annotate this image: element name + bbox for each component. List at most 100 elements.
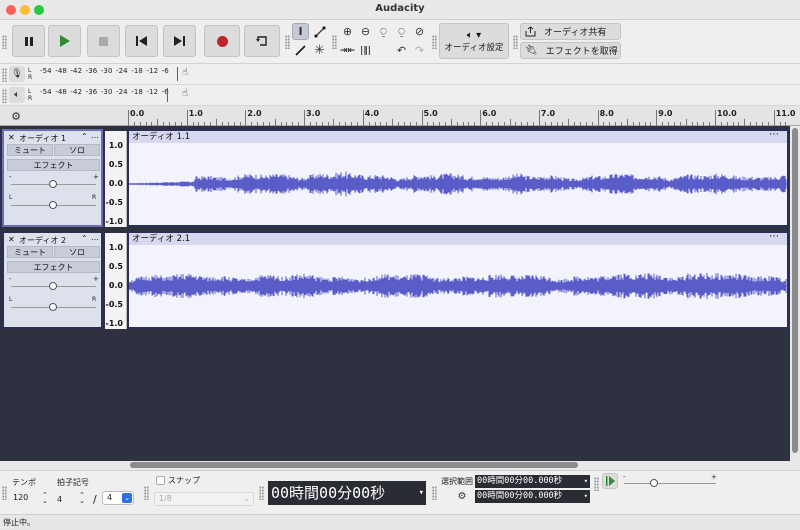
- time-signature-upper[interactable]: 4: [57, 495, 62, 504]
- draw-tool-button[interactable]: [292, 42, 309, 59]
- time-grip[interactable]: [259, 486, 264, 500]
- meter-scale-label: -12: [146, 67, 159, 75]
- skip-to-end-button[interactable]: [163, 25, 196, 57]
- stop-button[interactable]: [87, 25, 120, 57]
- time-signature-lower-select[interactable]: 4 ⌄: [102, 491, 134, 505]
- track-menu-icon[interactable]: …: [91, 131, 99, 140]
- gain-slider-knob[interactable]: [49, 282, 57, 290]
- chevron-down-icon: ⌄: [122, 493, 132, 503]
- play-button[interactable]: [48, 25, 81, 57]
- playback-meter-grip[interactable]: [2, 89, 7, 103]
- track-control-panel[interactable]: ✕ オーディオ 1 ⌃ … ミュート ソロ エフェクト - + L R: [2, 129, 103, 227]
- meter-scale-label: -18: [131, 67, 143, 75]
- share-icon: [525, 26, 536, 37]
- tempo-field[interactable]: 120: [9, 492, 43, 506]
- track-name[interactable]: オーディオ 1: [19, 133, 66, 144]
- clip-menu-icon[interactable]: ⋯: [769, 231, 779, 242]
- record-meter-grip[interactable]: [2, 68, 7, 82]
- timeline-ruler[interactable]: ⚙︎ 0.0 1.0 2.0 3.0 4.0 5.0 6.0 7.0 8.0 9.0 10.0 11.…: [0, 106, 800, 126]
- effects-button[interactable]: エフェクト: [7, 261, 100, 273]
- tools-grip[interactable]: [285, 35, 290, 49]
- envelope-tool-button[interactable]: [311, 23, 328, 40]
- mute-button[interactable]: ミュート: [7, 144, 53, 156]
- close-track-icon[interactable]: ✕: [8, 235, 15, 244]
- fit-project-button[interactable]: ⍜: [393, 23, 410, 40]
- collapse-icon[interactable]: ⌃: [81, 234, 88, 243]
- tempo-stepper[interactable]: ⌃ ⌄: [42, 492, 48, 505]
- zoom-out-button[interactable]: ⊖: [357, 23, 374, 40]
- close-track-icon[interactable]: ✕: [8, 133, 15, 142]
- audio-settings-button[interactable]: 🔈︎ ▾ オーディオ設定: [439, 23, 509, 59]
- meter-scale-label: -12: [146, 88, 159, 96]
- vertical-scale[interactable]: 1.0 0.5 0.0 -0.5 -1.0: [105, 233, 127, 329]
- share-audio-button[interactable]: オーディオ共有: [520, 23, 621, 40]
- waveform[interactable]: [129, 245, 787, 327]
- speed-slider[interactable]: [624, 483, 716, 484]
- audio-clip[interactable]: オーディオ 2.1 ⋯: [127, 231, 789, 329]
- get-effects-button[interactable]: 🔌︎ エフェクトを取得: [520, 42, 621, 59]
- vertical-scrollbar[interactable]: [790, 126, 800, 461]
- snap-checkbox[interactable]: [156, 476, 165, 485]
- silence-button[interactable]: |‖|: [357, 42, 374, 59]
- gain-slider-knob[interactable]: [49, 180, 57, 188]
- toolbar-grip[interactable]: [2, 35, 7, 49]
- play-at-speed-button[interactable]: [602, 473, 618, 489]
- loop-button[interactable]: [244, 25, 280, 57]
- time-display-value: 00時間00分00秒: [271, 484, 386, 502]
- share-grip[interactable]: [513, 35, 518, 49]
- edit-grip[interactable]: [332, 35, 337, 49]
- chevron-down-icon: ▾: [418, 488, 424, 498]
- trim-button[interactable]: ⇥⇤: [339, 42, 356, 59]
- solo-button[interactable]: ソロ: [54, 144, 100, 156]
- vertical-scrollbar-thumb[interactable]: [792, 128, 798, 453]
- vertical-scale[interactable]: 1.0 0.5 0.0 -0.5 -1.0: [105, 131, 127, 227]
- time-signature-grip[interactable]: [2, 486, 7, 500]
- redo-button[interactable]: ↷: [411, 42, 428, 59]
- selection-end-value: 00時間00分00.000秒: [477, 491, 563, 501]
- scale-label: -0.5: [105, 300, 124, 309]
- clip-header[interactable]: オーディオ 1.1: [129, 131, 787, 143]
- effects-button[interactable]: エフェクト: [7, 159, 100, 171]
- time-display[interactable]: 00時間00分00秒 ▾: [268, 481, 426, 505]
- skip-to-start-button[interactable]: [125, 25, 158, 57]
- snap-select[interactable]: 1/8 ⌄: [154, 492, 254, 506]
- snap-grip[interactable]: [144, 486, 149, 500]
- ruler-tick: [480, 110, 482, 126]
- collapse-icon[interactable]: ⌃: [81, 132, 88, 141]
- selection-start-field[interactable]: 00時間00分00.000秒 ▾: [475, 475, 590, 488]
- fit-selection-button[interactable]: ⍜: [375, 23, 392, 40]
- undo-button[interactable]: ↶: [393, 42, 410, 59]
- pause-button[interactable]: [12, 25, 45, 57]
- pan-slider-knob[interactable]: [49, 303, 57, 311]
- scale-label: -0.5: [105, 198, 124, 207]
- pan-slider-knob[interactable]: [49, 201, 57, 209]
- fit-project-icon: ⍜: [398, 24, 405, 38]
- waveform[interactable]: [129, 143, 787, 225]
- track-control-panel[interactable]: ✕ オーディオ 2 ⌃ … ミュート ソロ エフェクト - + L R: [2, 231, 103, 329]
- horizontal-scrollbar[interactable]: [0, 461, 800, 470]
- zoom-toggle-button[interactable]: ⊘: [411, 23, 428, 40]
- selection-grip[interactable]: [432, 486, 437, 500]
- selection-end-field[interactable]: 00時間00分00.000秒 ▾: [475, 490, 590, 503]
- speed-slider-knob[interactable]: [650, 479, 658, 487]
- horizontal-scrollbar-thumb[interactable]: [130, 462, 578, 468]
- selection-tool-button[interactable]: I: [292, 23, 309, 40]
- mute-button[interactable]: ミュート: [7, 246, 53, 258]
- solo-button[interactable]: ソロ: [54, 246, 100, 258]
- audio-setup-grip[interactable]: [432, 35, 437, 49]
- track-menu-icon[interactable]: …: [91, 233, 99, 242]
- clip-header[interactable]: オーディオ 2.1: [129, 233, 787, 245]
- track-name[interactable]: オーディオ 2: [19, 235, 66, 246]
- play-at-speed-grip[interactable]: [594, 477, 599, 491]
- ruler-tick: [568, 119, 570, 126]
- clip-menu-icon[interactable]: ⋯: [769, 129, 779, 140]
- selection-settings-button[interactable]: ⚙︎: [455, 489, 469, 503]
- multi-tool-button[interactable]: ✳: [311, 42, 328, 59]
- playback-meter-button[interactable]: 🔈︎: [9, 87, 25, 103]
- ruler-tick: [392, 119, 394, 126]
- audio-clip[interactable]: オーディオ 1.1 ⋯: [127, 129, 789, 227]
- record-button[interactable]: [204, 25, 240, 57]
- zoom-in-button[interactable]: ⊕: [339, 23, 356, 40]
- record-meter-button[interactable]: 🎙︎: [9, 66, 25, 82]
- time-signature-stepper[interactable]: ⌃ ⌄: [79, 492, 85, 505]
